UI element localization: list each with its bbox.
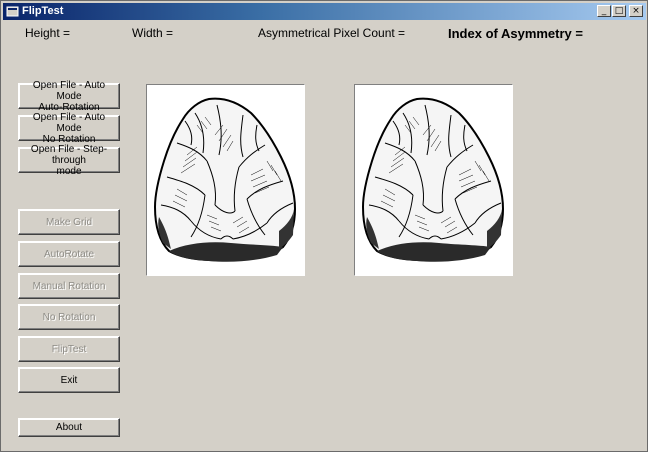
handaxe-flipped-image bbox=[362, 97, 504, 263]
manual-rotation-button[interactable]: Manual Rotation bbox=[18, 273, 120, 299]
exit-button[interactable]: Exit bbox=[18, 367, 120, 393]
title-bar[interactable]: FlipTest _ □ × bbox=[3, 3, 646, 20]
button-line: Open File - Auto Mode bbox=[32, 79, 106, 102]
make-grid-button[interactable]: Make Grid bbox=[18, 209, 120, 235]
handaxe-original-image bbox=[153, 97, 297, 262]
about-button[interactable]: About bbox=[18, 418, 120, 437]
window-title: FlipTest bbox=[22, 5, 64, 17]
button-line: Open File - Step-through bbox=[30, 143, 108, 166]
open-file-auto-rotation-button[interactable]: Open File - Auto Mode Auto-Rotation bbox=[18, 79, 120, 113]
close-button[interactable]: × bbox=[629, 5, 643, 17]
no-rotation-button[interactable]: No Rotation bbox=[18, 304, 120, 330]
asymmetrical-pixel-count-label: Asymmetrical Pixel Count = bbox=[258, 26, 406, 40]
fliptest-window: FlipTest _ □ × Height = Width = Asymmetr… bbox=[0, 0, 648, 452]
app-icon bbox=[6, 6, 19, 17]
flipped-image-box bbox=[354, 84, 513, 276]
index-of-asymmetry-label: Index of Asymmetry = bbox=[448, 26, 583, 41]
maximize-button[interactable]: □ bbox=[612, 5, 626, 17]
fliptest-button[interactable]: FlipTest bbox=[18, 336, 120, 362]
minimize-button[interactable]: _ bbox=[597, 5, 611, 17]
open-file-step-through-button[interactable]: Open File - Step-through mode bbox=[18, 143, 120, 177]
open-file-no-rotation-button[interactable]: Open File - Auto Mode No Rotation bbox=[18, 111, 120, 145]
autorotate-button[interactable]: AutoRotate bbox=[18, 241, 120, 267]
height-label: Height = bbox=[25, 26, 71, 40]
width-label: Width = bbox=[132, 26, 174, 40]
button-line: Open File - Auto Mode bbox=[32, 111, 106, 134]
original-image-box bbox=[146, 84, 305, 276]
button-line: mode bbox=[56, 165, 82, 177]
window-controls: _ □ × bbox=[596, 5, 643, 18]
